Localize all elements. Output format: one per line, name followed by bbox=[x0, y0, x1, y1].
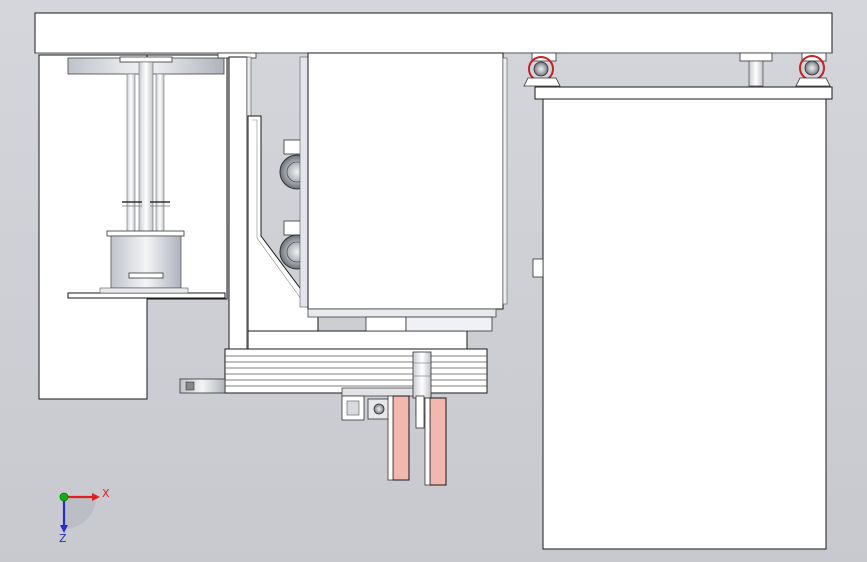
triad-shadow bbox=[64, 497, 96, 529]
machine-front-view: X Z bbox=[34, 12, 833, 550]
central-box-housing[interactable] bbox=[307, 52, 508, 332]
caster-wheel-right bbox=[795, 52, 831, 87]
guide-plate-left[interactable] bbox=[387, 395, 410, 481]
top-frame-beam[interactable] bbox=[34, 12, 833, 54]
right-cabinet[interactable] bbox=[532, 86, 833, 550]
x-axis-label: X bbox=[102, 487, 110, 500]
coordinate-triad: X Z bbox=[59, 487, 110, 545]
z-axis-label: Z bbox=[59, 532, 67, 545]
cad-viewport[interactable]: X Z bbox=[0, 0, 867, 562]
linear-rail-assembly bbox=[179, 348, 488, 397]
leveling-foot bbox=[739, 52, 773, 87]
profile-bracket bbox=[341, 395, 391, 421]
y-axis-dot bbox=[59, 492, 69, 502]
caster-wheel-left bbox=[523, 52, 561, 87]
guide-plate-right[interactable] bbox=[424, 397, 447, 486]
